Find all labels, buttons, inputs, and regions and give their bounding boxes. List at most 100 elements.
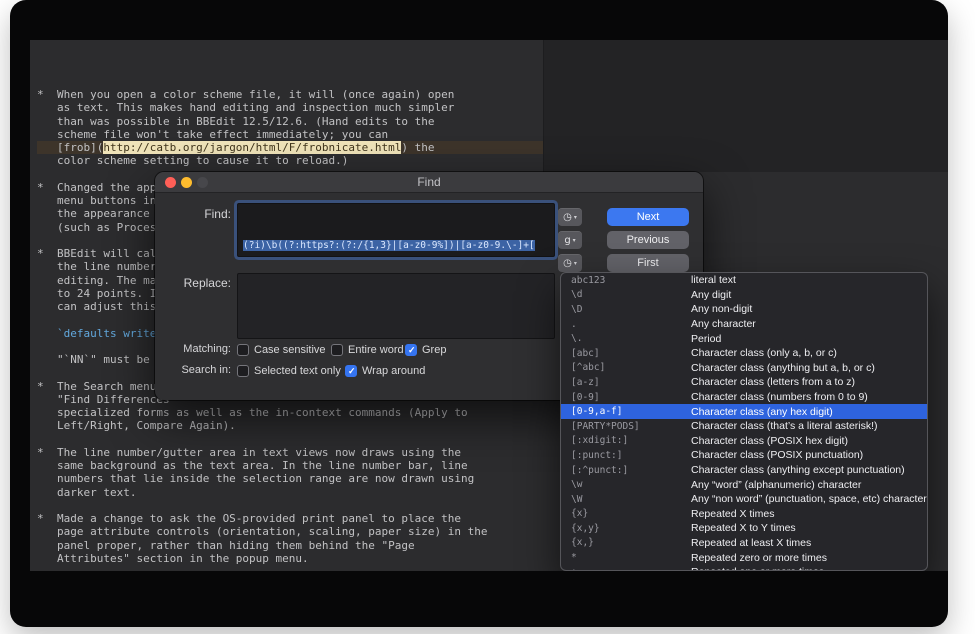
editor-line: scheme file won't take effect immediatel…: [37, 128, 543, 141]
pattern-cell: \w: [571, 479, 691, 490]
editor-line: as text. This makes hand editing and ins…: [37, 101, 543, 114]
editor-line-text: than was possible in BBEdit 12.5/12.6. (…: [57, 115, 435, 128]
pattern-cell: *: [571, 552, 691, 563]
previous-button[interactable]: Previous: [607, 231, 689, 249]
find-window-titlebar[interactable]: Find: [155, 172, 703, 193]
pattern-menu-item[interactable]: {x,y} Repeated X to Y times: [561, 521, 927, 536]
pattern-cell: {x,}: [571, 537, 691, 548]
pattern-cell: [:punct:]: [571, 450, 691, 461]
checkbox-wrap-around[interactable]: Wrap around: [345, 364, 425, 378]
editor-line-text: color scheme setting to cause it to relo…: [57, 154, 348, 167]
selected-url-text: http://catb.org/jargon/html/F/frobnicate…: [103, 141, 401, 154]
pattern-menu-item[interactable]: + Repeated one or more times: [561, 565, 927, 571]
pattern-menu-item[interactable]: \D Any non-digit: [561, 302, 927, 317]
replace-input[interactable]: [237, 273, 555, 339]
description-cell: literal text: [691, 274, 736, 286]
pattern-cell: \d: [571, 289, 691, 300]
minimize-button[interactable]: [181, 177, 192, 188]
pattern-menu-item[interactable]: . Any character: [561, 317, 927, 332]
checkbox-label: Entire word: [348, 344, 404, 356]
pattern-cell: {x,y}: [571, 523, 691, 534]
description-cell: Repeated at least X times: [691, 537, 811, 549]
pattern-cell: [:^punct:]: [571, 465, 691, 476]
replace-label: Replace:: [155, 276, 231, 290]
editor-line-text: as text. This makes hand editing and ins…: [57, 101, 454, 114]
pattern-menu-item[interactable]: [PARTY*PODS] Character class (that’s a l…: [561, 419, 927, 434]
close-button[interactable]: [165, 177, 176, 188]
checkbox-label: Grep: [422, 344, 446, 356]
pattern-cell: .: [571, 319, 691, 330]
pattern-menu-item[interactable]: abc123 literal text: [561, 273, 927, 288]
pattern-menu-item[interactable]: [a-z] Character class (letters from a to…: [561, 375, 927, 390]
pattern-menu-item[interactable]: * Repeated zero or more times: [561, 550, 927, 565]
chevron-down-icon: ▾: [574, 260, 577, 267]
checkbox-selected-text-only[interactable]: Selected text only: [237, 364, 341, 378]
next-button[interactable]: Next: [607, 208, 689, 226]
editor-line-text: numbers that lie inside the selection ra…: [57, 472, 474, 485]
bullet: *: [37, 512, 57, 525]
editor-line: specialized forms as well as the in-cont…: [37, 406, 543, 419]
pattern-cell: [0-9]: [571, 392, 691, 403]
pattern-cell: abc123: [571, 275, 691, 286]
pattern-menu-item[interactable]: [abc] Character class (only a, b, or c): [561, 346, 927, 361]
description-cell: Repeated one or more times: [691, 566, 824, 571]
pattern-cell: [0-9,a-f]: [571, 406, 691, 417]
editor-line: *When you open a color scheme file, it w…: [37, 88, 543, 101]
pattern-menu-item[interactable]: [:xdigit:] Character class (POSIX hex di…: [561, 434, 927, 449]
pattern-menu-item[interactable]: \W Any “non word” (punctuation, space, e…: [561, 492, 927, 507]
bullet: *: [37, 181, 57, 194]
description-cell: Any digit: [691, 289, 731, 301]
pattern-cell: \D: [571, 304, 691, 315]
matching-label: Matching:: [155, 343, 231, 355]
pattern-menu-item[interactable]: {x,} Repeated at least X times: [561, 536, 927, 551]
find-input[interactable]: (?i)\b((?:https?:(?:/{1,3}|[a-z0-9%])|[a…: [237, 203, 555, 257]
grep-pattern-menu-button[interactable]: g▾: [558, 231, 582, 249]
editor-line-text: same background as the text area. In the…: [57, 459, 468, 472]
editor-line-text: scheme file won't take effect immediatel…: [57, 128, 388, 141]
checkbox-label: Wrap around: [362, 365, 425, 377]
bullet: *: [37, 446, 57, 459]
editor-line: *Made a change to ask the OS-provided pr…: [37, 512, 543, 525]
pattern-cell: [^abc]: [571, 362, 691, 373]
pattern-menu-item[interactable]: [^abc] Character class (anything but a, …: [561, 361, 927, 376]
macos-screen: *When you open a color scheme file, it w…: [30, 40, 948, 571]
pattern-menu-item[interactable]: [0-9,a-f] Character class (any hex digit…: [561, 404, 927, 419]
pattern-menu-item[interactable]: \d Any digit: [561, 288, 927, 303]
description-cell: Character class (that’s a literal asteri…: [691, 420, 878, 432]
pattern-menu-item[interactable]: \w Any “word” (alphanumeric) character: [561, 477, 927, 492]
pattern-cell: +: [571, 567, 691, 571]
screenshot-frame: *When you open a color scheme file, it w…: [10, 0, 948, 627]
first-button[interactable]: First: [607, 254, 689, 272]
editor-line: darker text.: [37, 486, 543, 499]
pattern-menu-item[interactable]: [:punct:] Character class (POSIX punctua…: [561, 448, 927, 463]
description-cell: Character class (any hex digit): [691, 406, 833, 418]
find-value-line1: (?i)\b((?:https?:(?:/{1,3}|[a-z0-9%])|[a…: [243, 240, 535, 251]
clock-icon: ◷: [563, 258, 572, 269]
checkbox-grep[interactable]: Grep: [405, 343, 446, 357]
editor-line-text: panel proper, rather than hiding them be…: [57, 539, 415, 552]
zoom-button[interactable]: [197, 177, 208, 188]
bullet: *: [37, 88, 57, 101]
pattern-cell: [a-z]: [571, 377, 691, 388]
checkbox-case-sensitive[interactable]: Case sensitive: [237, 343, 326, 357]
description-cell: Any non-digit: [691, 303, 752, 315]
background-panel: [543, 40, 948, 172]
pattern-menu-item[interactable]: [0-9] Character class (numbers from 0 to…: [561, 390, 927, 405]
checkbox-box: [345, 365, 357, 377]
search-terms-menu-button[interactable]: ◷▾: [558, 254, 582, 272]
pattern-menu-item[interactable]: {x} Repeated X times: [561, 507, 927, 522]
pattern-cell: \.: [571, 333, 691, 344]
search-in-label: Search in:: [155, 364, 231, 376]
description-cell: Any character: [691, 318, 756, 330]
window-title: Find: [155, 172, 703, 193]
pattern-menu-item[interactable]: [:^punct:] Character class (anything exc…: [561, 463, 927, 478]
editor-line: Attributes" section in the popup menu.: [37, 552, 543, 565]
editor-line-text: Attributes" section in the popup menu.: [57, 552, 309, 565]
find-history-menu-button[interactable]: ◷▾: [558, 208, 582, 226]
checkbox-label: Selected text only: [254, 365, 341, 377]
editor-line: same background as the text area. In the…: [37, 459, 543, 472]
find-label: Find:: [155, 207, 231, 221]
checkbox-entire-word[interactable]: Entire word: [331, 343, 404, 357]
description-cell: Repeated X to Y times: [691, 522, 796, 534]
pattern-menu-item[interactable]: \. Period: [561, 331, 927, 346]
